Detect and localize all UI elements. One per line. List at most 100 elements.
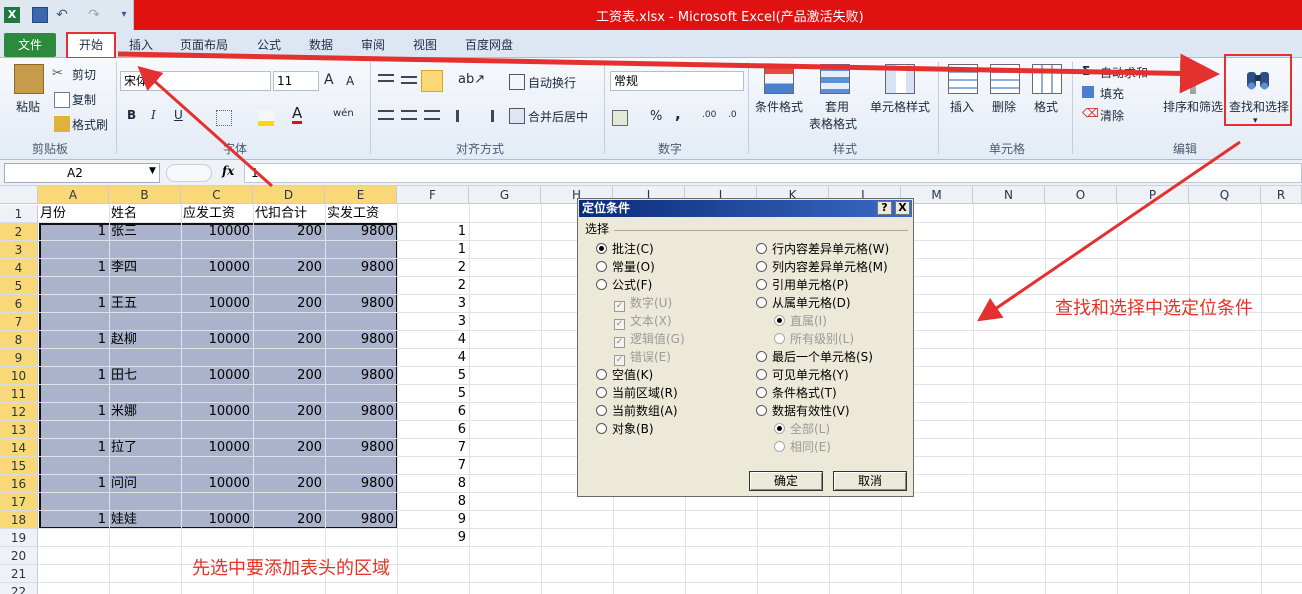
- column-header-C[interactable]: C: [181, 186, 253, 204]
- decrease-decimal-icon[interactable]: .0: [728, 110, 737, 120]
- increase-decimal-icon[interactable]: .00: [702, 110, 716, 120]
- option-right-3[interactable]: 从属单元格(D): [756, 295, 851, 311]
- data-cell-net[interactable]: 9800: [327, 511, 397, 529]
- data-cell-deduct[interactable]: 200: [255, 439, 325, 457]
- radio-button[interactable]: [756, 279, 767, 290]
- paste-button[interactable]: 粘贴: [16, 98, 40, 115]
- comma-button[interactable]: ,: [675, 105, 681, 123]
- data-cell-deduct[interactable]: 200: [255, 295, 325, 313]
- data-cell-deduct[interactable]: 200: [255, 259, 325, 277]
- option-left-7[interactable]: 空值(K): [596, 367, 653, 383]
- wrap-text-button[interactable]: 自动换行: [528, 74, 576, 91]
- data-cell-deduct[interactable]: 200: [255, 331, 325, 349]
- column-header-E[interactable]: E: [325, 186, 397, 204]
- option-right-8[interactable]: 条件格式(T): [756, 385, 837, 401]
- option-right-2[interactable]: 引用单元格(P): [756, 277, 849, 293]
- option-left-1[interactable]: 常量(O): [596, 259, 655, 275]
- row-header-8[interactable]: 8: [0, 331, 38, 349]
- row-header-9[interactable]: 9: [0, 349, 38, 367]
- helper-column-cell[interactable]: 2: [397, 277, 469, 295]
- helper-column-cell[interactable]: 9: [397, 511, 469, 529]
- shrink-font-icon[interactable]: A: [346, 74, 354, 88]
- format-cells-icon[interactable]: [1032, 64, 1062, 94]
- data-cell-gross[interactable]: 10000: [183, 295, 253, 313]
- column-header-P[interactable]: P: [1117, 186, 1189, 204]
- data-cell-month[interactable]: 1: [40, 439, 109, 457]
- radio-button[interactable]: [596, 243, 607, 254]
- data-cell-net[interactable]: 9800: [327, 223, 397, 241]
- sort-filter-icon[interactable]: [1178, 64, 1208, 94]
- insert-cells-icon[interactable]: [948, 64, 978, 94]
- row-header-15[interactable]: 15: [0, 457, 38, 475]
- column-header-F[interactable]: F: [397, 186, 469, 204]
- cell-styles-button[interactable]: 单元格样式: [870, 98, 930, 115]
- data-cell-name[interactable]: 拉了: [111, 439, 181, 457]
- data-cell-net[interactable]: 9800: [327, 439, 397, 457]
- column-header-D[interactable]: D: [253, 186, 325, 204]
- option-left-2[interactable]: 公式(F): [596, 277, 652, 293]
- header-cell[interactable]: 应发工资: [183, 205, 253, 223]
- data-cell-deduct[interactable]: 200: [255, 511, 325, 529]
- data-cell-gross[interactable]: 10000: [183, 223, 253, 241]
- radio-button[interactable]: [756, 261, 767, 272]
- option-right-1[interactable]: 列内容差异单元格(M): [756, 259, 888, 275]
- ok-button[interactable]: 确定: [749, 471, 823, 491]
- data-cell-gross[interactable]: 10000: [183, 367, 253, 385]
- row-header-10[interactable]: 10: [0, 367, 38, 385]
- helper-column-cell[interactable]: 6: [397, 421, 469, 439]
- row-header-21[interactable]: 21: [0, 565, 38, 583]
- cancel-button[interactable]: 取消: [833, 471, 907, 491]
- data-cell-gross[interactable]: 10000: [183, 331, 253, 349]
- row-header-16[interactable]: 16: [0, 475, 38, 493]
- helper-column-cell[interactable]: 7: [397, 457, 469, 475]
- data-cell-month[interactable]: 1: [40, 511, 109, 529]
- radio-button[interactable]: [596, 387, 607, 398]
- name-box[interactable]: A2 ▼: [4, 163, 160, 183]
- format-as-table-icon[interactable]: [820, 64, 850, 94]
- grow-font-icon[interactable]: A: [324, 72, 334, 88]
- align-middle-icon[interactable]: [401, 76, 417, 84]
- option-left-0[interactable]: 批注(C): [596, 241, 654, 257]
- select-all-corner[interactable]: [0, 186, 38, 204]
- data-cell-name[interactable]: 赵柳: [111, 331, 181, 349]
- align-left-icon[interactable]: [378, 110, 394, 120]
- data-cell-net[interactable]: 9800: [327, 403, 397, 421]
- radio-button[interactable]: [756, 243, 767, 254]
- format-painter-button[interactable]: 格式刷: [72, 116, 108, 133]
- helper-column-cell[interactable]: 8: [397, 493, 469, 511]
- fill-button[interactable]: 填充: [1100, 85, 1124, 102]
- radio-button[interactable]: [756, 387, 767, 398]
- column-header-R[interactable]: R: [1261, 186, 1302, 204]
- save-icon[interactable]: [32, 7, 48, 23]
- helper-column-cell[interactable]: 1: [397, 223, 469, 241]
- tab-baidu-netdisk[interactable]: 百度网盘: [465, 34, 513, 56]
- radio-button[interactable]: [596, 423, 607, 434]
- data-cell-month[interactable]: 1: [40, 223, 109, 241]
- align-center-icon[interactable]: [401, 110, 417, 120]
- increase-indent-icon[interactable]: [478, 110, 494, 122]
- formula-input[interactable]: 1: [244, 163, 1302, 183]
- autosum-button[interactable]: 自动求和: [1100, 64, 1148, 81]
- align-top-icon[interactable]: [378, 74, 394, 82]
- column-header-B[interactable]: B: [109, 186, 181, 204]
- tab-file[interactable]: 文件: [4, 33, 56, 57]
- radio-button[interactable]: [756, 405, 767, 416]
- data-cell-name[interactable]: 张三: [111, 223, 181, 241]
- font-size-select[interactable]: 11: [273, 71, 319, 91]
- column-header-N[interactable]: N: [973, 186, 1045, 204]
- tab-formulas[interactable]: 公式: [257, 34, 281, 56]
- radio-button[interactable]: [596, 279, 607, 290]
- data-cell-gross[interactable]: 10000: [183, 511, 253, 529]
- orientation-icon[interactable]: ab↗: [458, 72, 485, 87]
- option-left-10[interactable]: 对象(B): [596, 421, 654, 437]
- row-header-5[interactable]: 5: [0, 277, 38, 295]
- currency-icon[interactable]: [612, 110, 628, 126]
- customize-qat-icon[interactable]: ▾: [116, 7, 132, 23]
- font-color-icon[interactable]: A: [292, 106, 303, 124]
- option-right-0[interactable]: 行内容差异单元格(W): [756, 241, 889, 257]
- option-right-7[interactable]: 可见单元格(Y): [756, 367, 849, 383]
- data-cell-month[interactable]: 1: [40, 367, 109, 385]
- data-cell-month[interactable]: 1: [40, 475, 109, 493]
- option-right-6[interactable]: 最后一个单元格(S): [756, 349, 873, 365]
- conditional-format-icon[interactable]: [764, 64, 794, 94]
